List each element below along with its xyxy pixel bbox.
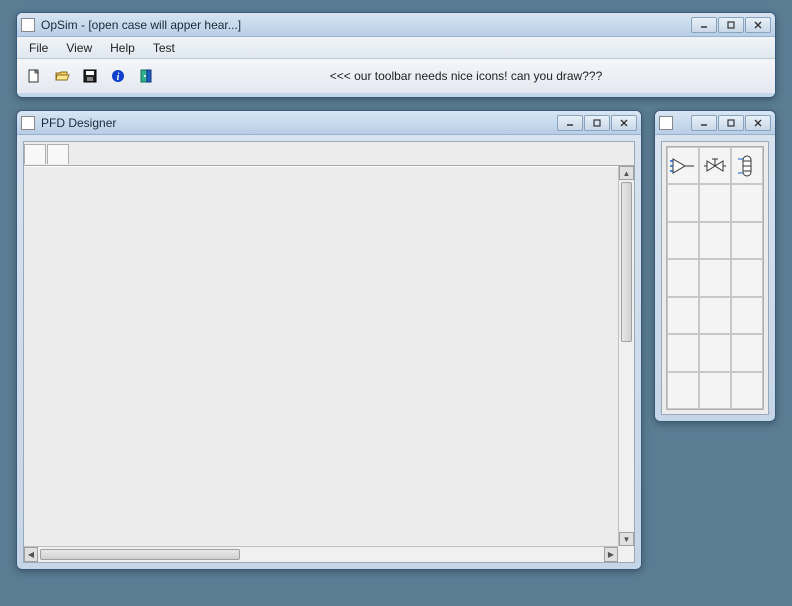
pfd-client: ▲ ▼ ◀ ▶ (23, 141, 635, 563)
palette-empty[interactable] (731, 297, 763, 334)
scroll-corner (618, 546, 634, 562)
save-icon[interactable] (79, 65, 101, 87)
palette-empty[interactable] (731, 184, 763, 221)
palette-empty[interactable] (667, 184, 699, 221)
app-icon (21, 18, 35, 32)
palette-item-mixer[interactable] (667, 147, 699, 184)
palette-empty[interactable] (667, 297, 699, 334)
horizontal-scrollbar[interactable]: ◀ ▶ (24, 546, 618, 562)
minimize-button[interactable] (691, 17, 717, 33)
palette-empty[interactable] (667, 259, 699, 296)
palette-empty[interactable] (699, 184, 731, 221)
valve-icon (702, 153, 728, 179)
palette-window (654, 110, 776, 422)
vertical-scroll-thumb[interactable] (621, 182, 632, 342)
palette-empty[interactable] (731, 259, 763, 296)
palette-empty[interactable] (731, 334, 763, 371)
maximize-button[interactable] (584, 115, 610, 131)
toolbar: i <<< our toolbar needs nice icons! can … (17, 59, 775, 93)
menu-test[interactable]: Test (145, 39, 183, 57)
scroll-down-icon[interactable]: ▼ (619, 532, 634, 546)
palette-window-controls (691, 115, 771, 131)
close-button[interactable] (745, 115, 771, 131)
palette-empty[interactable] (699, 259, 731, 296)
info-icon[interactable]: i (107, 65, 129, 87)
vertical-scrollbar[interactable]: ▲ ▼ (618, 166, 634, 546)
palette-empty[interactable] (731, 222, 763, 259)
palette-item-column[interactable] (731, 147, 763, 184)
pfd-window: PFD Designer ▲ ▼ ◀ ▶ (16, 110, 642, 570)
scroll-right-icon[interactable]: ▶ (604, 547, 618, 562)
pfd-canvas[interactable] (24, 166, 618, 546)
palette-empty[interactable] (731, 372, 763, 409)
pfd-tab-2[interactable] (47, 144, 69, 164)
maximize-button[interactable] (718, 17, 744, 33)
menu-view[interactable]: View (58, 39, 100, 57)
palette-empty[interactable] (699, 297, 731, 334)
pfd-tabstrip (24, 142, 634, 166)
pfd-tab-1[interactable] (24, 144, 46, 164)
palette-empty[interactable] (699, 372, 731, 409)
main-window: OpSim - [open case will apper hear...] F… (16, 12, 776, 98)
scroll-left-icon[interactable]: ◀ (24, 547, 38, 562)
main-title: OpSim - [open case will apper hear...] (41, 18, 691, 32)
menu-file[interactable]: File (21, 39, 56, 57)
palette-item-valve[interactable] (699, 147, 731, 184)
mixer-icon (670, 153, 696, 179)
close-button[interactable] (611, 115, 637, 131)
palette-window-icon (659, 116, 673, 130)
palette-client (661, 141, 769, 415)
horizontal-scroll-thumb[interactable] (40, 549, 240, 560)
main-titlebar[interactable]: OpSim - [open case will apper hear...] (17, 13, 775, 37)
minimize-button[interactable] (691, 115, 717, 131)
palette-grid (666, 146, 764, 410)
exit-icon[interactable] (135, 65, 157, 87)
pfd-window-controls (557, 115, 637, 131)
palette-empty[interactable] (667, 334, 699, 371)
toolbar-message: <<< our toolbar needs nice icons! can yo… (163, 69, 769, 83)
column-icon (734, 153, 760, 179)
pfd-title: PFD Designer (41, 116, 557, 130)
close-button[interactable] (745, 17, 771, 33)
open-icon[interactable] (51, 65, 73, 87)
minimize-button[interactable] (557, 115, 583, 131)
palette-empty[interactable] (699, 334, 731, 371)
palette-titlebar[interactable] (655, 111, 775, 135)
menu-help[interactable]: Help (102, 39, 143, 57)
svg-text:i: i (117, 72, 120, 83)
pfd-window-icon (21, 116, 35, 130)
palette-empty[interactable] (667, 372, 699, 409)
palette-empty[interactable] (667, 222, 699, 259)
new-icon[interactable] (23, 65, 45, 87)
palette-empty[interactable] (699, 222, 731, 259)
maximize-button[interactable] (718, 115, 744, 131)
main-window-controls (691, 17, 771, 33)
scroll-up-icon[interactable]: ▲ (619, 166, 634, 180)
menubar: File View Help Test (17, 37, 775, 59)
pfd-titlebar[interactable]: PFD Designer (17, 111, 641, 135)
